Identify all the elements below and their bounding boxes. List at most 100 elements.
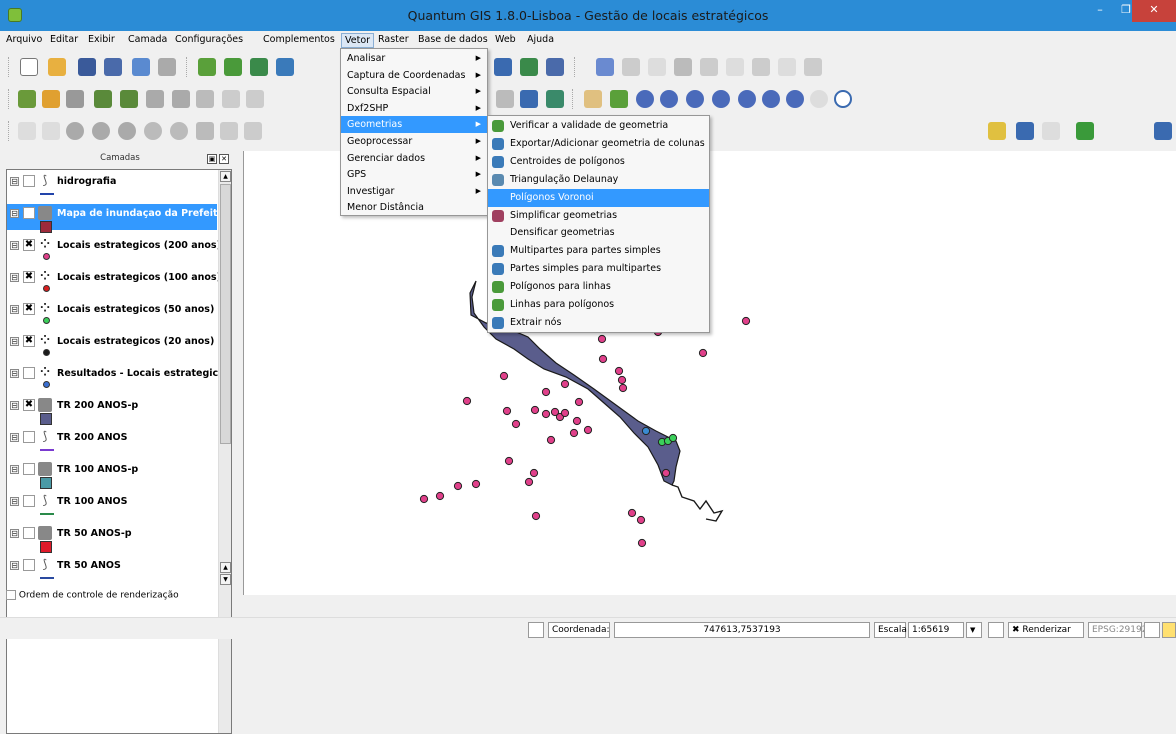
layer-name[interactable]: Locais estrategicos (20 anos): [57, 336, 214, 347]
geometrias-menu-item[interactable]: Linhas para polígonos: [488, 296, 709, 314]
add-vector-icon[interactable]: [198, 58, 216, 76]
layer-item[interactable]: ⊟ ✖ ⁘ Locais estrategicos (20 anos): [7, 332, 217, 358]
layer-item[interactable]: ⊟ ✖ ⁘ Locais estrategicos (50 anos): [7, 300, 217, 326]
layer-name[interactable]: TR 200 ANOS-p: [57, 400, 138, 411]
add-postgis-icon[interactable]: [250, 58, 268, 76]
delete-selected-icon[interactable]: [726, 58, 744, 76]
scroll-thumb[interactable]: [220, 184, 231, 444]
python-icon[interactable]: [1016, 122, 1034, 140]
map-svg[interactable]: [244, 151, 1176, 595]
offset-curve-icon[interactable]: [220, 122, 238, 140]
toolbar-grip[interactable]: [8, 121, 11, 141]
add-wms-icon[interactable]: [520, 58, 538, 76]
save-as-icon[interactable]: [104, 58, 122, 76]
expand-toggle-icon[interactable]: ⊟: [10, 305, 19, 314]
zoom-full-icon[interactable]: [686, 90, 704, 108]
scroll-down-icon[interactable]: ▼: [220, 574, 231, 585]
label-icon[interactable]: [988, 122, 1006, 140]
toolbar-grip[interactable]: [574, 57, 577, 77]
measure-icon[interactable]: [496, 90, 514, 108]
layer-visibility-checkbox[interactable]: [23, 207, 35, 219]
layer-tool-icon[interactable]: [18, 90, 36, 108]
node-tool-icon[interactable]: [700, 58, 718, 76]
map-tips-icon[interactable]: [546, 90, 564, 108]
layer-name[interactable]: TR 50 ANOS: [57, 560, 121, 571]
menu-complementos[interactable]: Complementos: [260, 33, 338, 48]
stop-render-icon[interactable]: [988, 622, 1004, 638]
vetor-menu-item[interactable]: Analisar ▶: [341, 50, 487, 67]
layer-name[interactable]: Locais estrategicos (50 anos): [57, 304, 214, 315]
zoom-last-icon[interactable]: [762, 90, 780, 108]
layer-item[interactable]: ⊟ TR 50 ANOS-p: [7, 524, 217, 553]
geometrias-menu-item[interactable]: Densificar geometrias: [488, 224, 709, 242]
layer-name[interactable]: Locais estrategicos (100 anos): [57, 272, 221, 283]
layers-scrollbar[interactable]: ▲ ▲ ▼: [218, 170, 231, 733]
scroll-up-icon[interactable]: ▲: [220, 562, 231, 573]
vetor-menu-item[interactable]: Gerenciar dados ▶: [341, 150, 487, 167]
qgis-plugin-icon[interactable]: [1042, 122, 1060, 140]
save-edits-icon[interactable]: [622, 58, 640, 76]
simplify-feature-icon[interactable]: [66, 122, 84, 140]
scroll-up-icon[interactable]: ▲: [220, 171, 231, 182]
layer-name[interactable]: Locais estrategicos (200 anos): [57, 240, 221, 251]
layer-visibility-checkbox[interactable]: ✖: [23, 239, 35, 251]
layer-item[interactable]: ⊟ ⁘ Resultados - Locais estrategicos: [7, 364, 230, 390]
add-spatialite-icon[interactable]: [276, 58, 294, 76]
geometrias-menu-item[interactable]: Extrair nós: [488, 314, 709, 332]
add-part-icon[interactable]: [118, 122, 136, 140]
geometrias-menu-item[interactable]: Polígonos Voronoi: [488, 188, 709, 207]
expand-toggle-icon[interactable]: ⊟: [10, 209, 19, 218]
split-features-icon[interactable]: [244, 122, 262, 140]
expand-toggle-icon[interactable]: ⊟: [10, 497, 19, 506]
vetor-menu-item[interactable]: Menor Distância: [341, 199, 487, 216]
geometrias-menu-item[interactable]: Simplificar geometrias: [488, 207, 709, 225]
layer-name[interactable]: TR 50 ANOS-p: [57, 528, 132, 539]
add-raster-icon[interactable]: [224, 58, 242, 76]
paste-features-icon[interactable]: [804, 58, 822, 76]
menu-base-de-dados[interactable]: Base de dados: [415, 33, 491, 48]
vetor-menu-item[interactable]: Geoprocessar ▶: [341, 133, 487, 150]
layer-item[interactable]: ⊟ ⟆ hidrografia: [7, 172, 217, 198]
layer-tool-icon[interactable]: [146, 90, 164, 108]
panel-close-button[interactable]: ✕: [219, 154, 229, 164]
zoom-next-icon[interactable]: [786, 90, 804, 108]
print-icon[interactable]: [158, 58, 176, 76]
close-button[interactable]: ✕: [1132, 0, 1176, 22]
zoom-out-icon[interactable]: [660, 90, 678, 108]
layer-item[interactable]: ⊟ Mapa de inundaçao da Prefeit...: [7, 204, 228, 233]
zoom-selection-icon[interactable]: [712, 90, 730, 108]
zoom-actual-icon[interactable]: [810, 90, 828, 108]
layer-item[interactable]: ⊟ ✖ ⁘ Locais estrategicos (200 anos): [7, 236, 221, 262]
layer-item[interactable]: ⊟ ⟆ TR 50 ANOS: [7, 556, 217, 582]
layer-tool-icon[interactable]: [94, 90, 112, 108]
undo-icon[interactable]: [18, 122, 36, 140]
toggle-edit-icon[interactable]: [596, 58, 614, 76]
geometrias-menu-item[interactable]: Multipartes para partes simples: [488, 242, 709, 260]
expand-toggle-icon[interactable]: ⊟: [10, 177, 19, 186]
layer-visibility-checkbox[interactable]: ✖: [23, 271, 35, 283]
layer-name[interactable]: TR 200 ANOS: [57, 432, 127, 443]
zoom-layer-icon[interactable]: [738, 90, 756, 108]
layer-name[interactable]: hidrografia: [57, 176, 116, 187]
layer-name[interactable]: TR 100 ANOS-p: [57, 464, 138, 475]
globe-icon[interactable]: [520, 90, 538, 108]
add-feature-icon[interactable]: [648, 58, 666, 76]
toolbar-grip[interactable]: [572, 89, 575, 109]
vetor-menu-item[interactable]: Consulta Espacial ▶: [341, 83, 487, 100]
render-order-check[interactable]: [6, 590, 16, 600]
coordinate-field[interactable]: 747613,7537193: [614, 622, 870, 638]
layer-item[interactable]: ⊟ ✖ TR 200 ANOS-p: [7, 396, 217, 425]
pan-icon[interactable]: [584, 90, 602, 108]
expand-toggle-icon[interactable]: ⊟: [10, 241, 19, 250]
menu-arquivo[interactable]: Arquivo: [3, 33, 45, 48]
scale-dropdown-chevron-icon[interactable]: ▼: [966, 622, 982, 638]
geometrias-menu-item[interactable]: Verificar a validade de geometria: [488, 117, 709, 135]
expand-toggle-icon[interactable]: ⊟: [10, 561, 19, 570]
layer-item[interactable]: ⊟ TR 100 ANOS-p: [7, 460, 217, 489]
delete-part-icon[interactable]: [170, 122, 188, 140]
scale-field[interactable]: 1:65619: [908, 622, 964, 638]
layer-name[interactable]: Resultados - Locais estrategicos: [57, 368, 230, 379]
layer-tool-icon[interactable]: [66, 90, 84, 108]
layer-tool-icon[interactable]: [120, 90, 138, 108]
move-feature-icon[interactable]: [674, 58, 692, 76]
